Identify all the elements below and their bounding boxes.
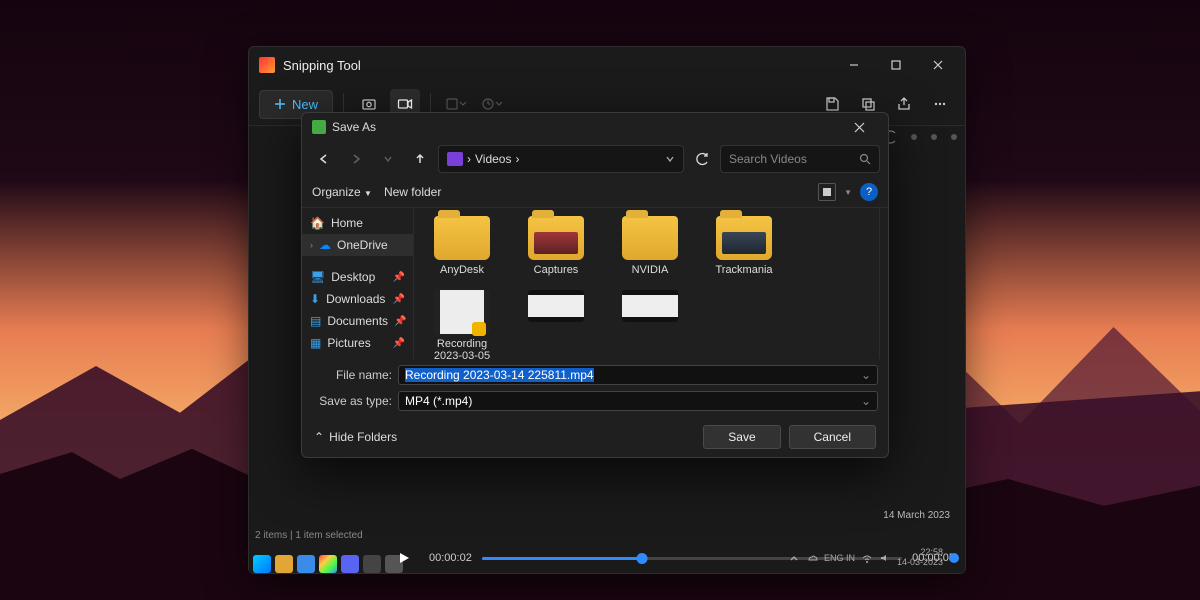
- file-item[interactable]: [516, 290, 596, 359]
- file-item[interactable]: [610, 290, 690, 359]
- cancel-button[interactable]: Cancel: [789, 425, 876, 449]
- address-bar[interactable]: › Videos ›: [438, 145, 684, 173]
- search-input[interactable]: Search Videos: [720, 145, 880, 173]
- minimize-button[interactable]: [833, 50, 875, 80]
- pin-icon: 📌: [393, 272, 405, 283]
- folder-item[interactable]: Captures: [516, 216, 596, 276]
- chevron-right-icon: ›: [310, 240, 313, 250]
- search-placeholder: Search Videos: [729, 152, 807, 166]
- recent-dropdown[interactable]: [374, 145, 402, 173]
- nav-row: › Videos › Search Videos: [302, 141, 888, 177]
- tree-home[interactable]: 🏠Home: [302, 212, 413, 234]
- folder-item[interactable]: Trackmania: [704, 216, 784, 276]
- pin-icon: 📌: [393, 294, 405, 305]
- chevron-down-icon[interactable]: ⌄: [861, 368, 871, 382]
- tree-desktop[interactable]: 🖥Desktop📌: [302, 266, 413, 288]
- home-icon: 🏠: [310, 216, 325, 230]
- chevron-down-icon[interactable]: ⌄: [861, 394, 871, 408]
- save-as-dialog: Save As › Videos › Search Videos Organiz…: [301, 112, 889, 458]
- titlebar: Snipping Tool: [249, 47, 965, 83]
- more-button[interactable]: [925, 89, 955, 119]
- fields-area: File name: Recording 2023-03-14 225811.m…: [302, 359, 888, 417]
- desktop-icon: 🖥: [310, 270, 325, 284]
- new-folder-button[interactable]: New folder: [384, 185, 441, 199]
- hide-folders-toggle[interactable]: ⌃Hide Folders: [314, 430, 397, 444]
- close-icon[interactable]: [854, 122, 882, 133]
- folder-icon: [622, 216, 678, 260]
- back-button[interactable]: [310, 145, 338, 173]
- breadcrumb-sep: ›: [467, 152, 471, 166]
- wifi-icon[interactable]: [861, 552, 873, 564]
- toolbar-row: Organize ▼ New folder ▼ ?: [302, 177, 888, 208]
- folder-icon: [528, 216, 584, 260]
- forward-button[interactable]: [342, 145, 370, 173]
- file-grid: AnyDesk Captures NVIDIA Trackmania Recor…: [414, 208, 880, 359]
- chevron-down-icon[interactable]: [665, 154, 675, 164]
- onedrive-icon: ☁: [319, 238, 331, 252]
- volume-icon[interactable]: [879, 552, 891, 564]
- plus-icon: [274, 98, 286, 110]
- notifications-icon[interactable]: [949, 553, 959, 563]
- close-button[interactable]: [917, 50, 959, 80]
- tree-downloads[interactable]: ⬇Downloads📌: [302, 288, 413, 310]
- system-tray: ENG IN 22:5814-03-2023: [788, 543, 959, 573]
- new-label: New: [292, 97, 318, 112]
- save-button[interactable]: Save: [703, 425, 780, 449]
- chevron-up-icon: ⌃: [314, 430, 324, 444]
- pin-icon: 📌: [393, 338, 405, 349]
- app-icon: [259, 57, 275, 73]
- chevron-up-icon[interactable]: [788, 552, 800, 564]
- type-label: Save as type:: [312, 394, 392, 408]
- breadcrumb-sep: ›: [515, 152, 519, 166]
- dialog-titlebar: Save As: [302, 113, 888, 141]
- cloud-icon[interactable]: [806, 552, 818, 564]
- up-button[interactable]: [406, 145, 434, 173]
- video-icon: [434, 290, 490, 334]
- tree-pictures[interactable]: ▦Pictures📌: [302, 332, 413, 354]
- tray-clock[interactable]: 22:5814-03-2023: [897, 548, 943, 568]
- search-icon: [859, 153, 871, 165]
- pin-icon: 📌: [394, 316, 406, 327]
- file-item[interactable]: Recording 2023-03-05 210137.mp4: [422, 290, 502, 359]
- video-icon: [622, 290, 678, 322]
- folder-item[interactable]: NVIDIA: [610, 216, 690, 276]
- tray-lang[interactable]: ENG IN: [824, 553, 855, 563]
- status-bar: 2 items | 1 item selected: [255, 530, 363, 541]
- window-title: Snipping Tool: [283, 58, 361, 73]
- filename-label: File name:: [312, 368, 392, 382]
- share-button[interactable]: [889, 89, 919, 119]
- folder-icon: [716, 216, 772, 260]
- playback-bar: 00:00:02 00:00:05 ENG IN 22:5814-03-2023: [249, 543, 965, 573]
- folder-icon: [434, 216, 490, 260]
- documents-icon: ▤: [310, 314, 321, 328]
- help-button[interactable]: ?: [860, 183, 878, 201]
- refresh-button[interactable]: [688, 145, 716, 173]
- dialog-footer: ⌃Hide Folders Save Cancel: [302, 417, 888, 457]
- tree-onedrive[interactable]: ›☁OneDrive: [302, 234, 413, 256]
- background-edge-ui: [883, 130, 957, 144]
- maximize-button[interactable]: [875, 50, 917, 80]
- dialog-title: Save As: [332, 120, 376, 134]
- folder-item[interactable]: AnyDesk: [422, 216, 502, 276]
- play-button[interactable]: [389, 543, 419, 573]
- folder-icon: [447, 152, 463, 166]
- breadcrumb[interactable]: Videos: [475, 152, 511, 166]
- chevron-down-icon[interactable]: ▼: [844, 188, 852, 197]
- dialog-icon: [312, 120, 326, 134]
- current-time: 00:00:02: [429, 552, 472, 564]
- view-options-button[interactable]: [818, 183, 836, 201]
- video-icon: [528, 290, 584, 322]
- downloads-icon: ⬇: [310, 292, 320, 306]
- tree-documents[interactable]: ▤Documents📌: [302, 310, 413, 332]
- organize-menu[interactable]: Organize ▼: [312, 185, 372, 199]
- pictures-icon: ▦: [310, 336, 321, 350]
- nav-tree: 🏠Home ›☁OneDrive 🖥Desktop📌 ⬇Downloads📌 ▤…: [302, 208, 414, 359]
- type-select[interactable]: MP4 (*.mp4)⌄: [398, 391, 878, 411]
- date-overlay: 14 March 2023: [883, 510, 950, 521]
- filename-input[interactable]: Recording 2023-03-14 225811.mp4⌄: [398, 365, 878, 385]
